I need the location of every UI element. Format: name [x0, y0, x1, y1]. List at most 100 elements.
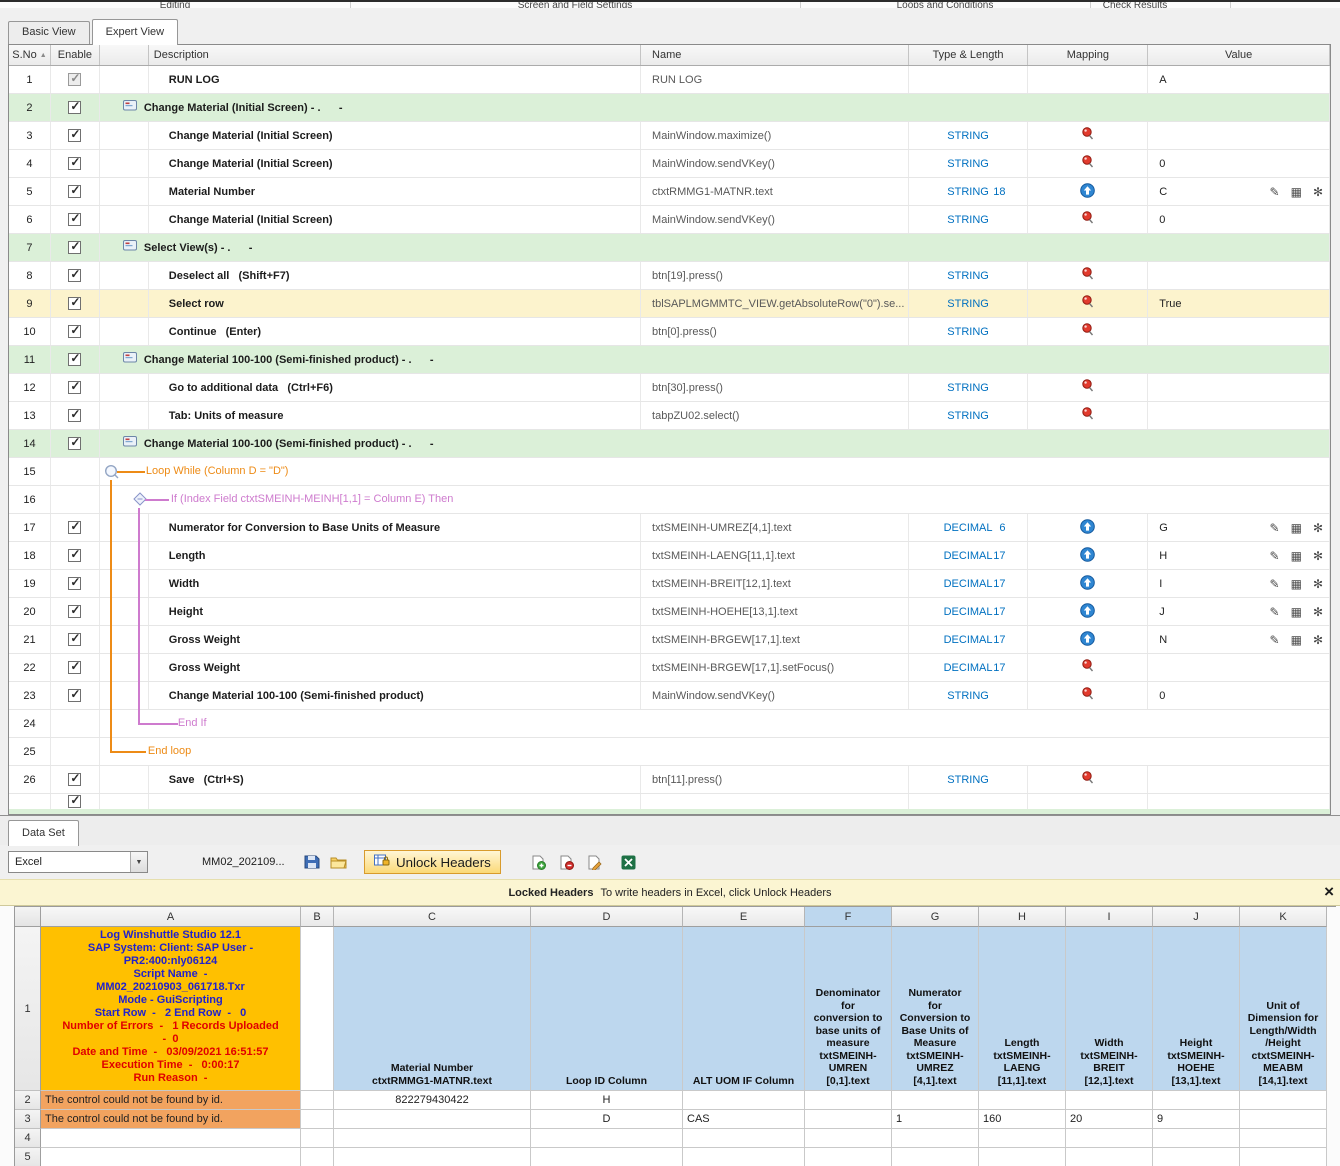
excel-rowheader[interactable]: 4	[15, 1129, 41, 1148]
excel-cell-A2[interactable]: The control could not be found by id.	[41, 1091, 301, 1110]
edit-mapping-icon[interactable]: ✎	[1270, 522, 1280, 534]
mapped-upload-icon[interactable]	[1080, 183, 1095, 201]
excel-cell-F2[interactable]	[805, 1091, 892, 1110]
excel-colheader-F[interactable]: F	[805, 907, 892, 927]
column-header-name[interactable]: Name	[641, 45, 909, 65]
excel-colheader-G[interactable]: G	[892, 907, 979, 927]
excel-colheader-D[interactable]: D	[531, 907, 683, 927]
excel-cell-D4[interactable]	[531, 1129, 683, 1148]
mapper-row-18[interactable]: 18LengthtxtSMEINH-LAENG[11,1].textDECIMA…	[9, 542, 1330, 570]
enable-checkbox[interactable]	[68, 297, 81, 310]
enable-checkbox[interactable]	[68, 633, 81, 646]
unlock-headers-button[interactable]: Unlock Headers	[364, 850, 501, 874]
close-icon[interactable]: ×	[1324, 882, 1334, 902]
excel-cell-H3[interactable]: 160	[979, 1110, 1066, 1129]
edit-mapping-icon[interactable]: ✎	[1270, 606, 1280, 618]
save-icon[interactable]	[300, 850, 324, 874]
mapper-row-19[interactable]: 19WidthtxtSMEINH-BREIT[12,1].textDECIMAL…	[9, 570, 1330, 598]
tab-data-set[interactable]: Data Set	[8, 820, 79, 846]
open-folder-icon[interactable]	[326, 850, 350, 874]
grid-properties-icon[interactable]: ▦	[1291, 186, 1302, 198]
add-record-icon[interactable]	[527, 850, 551, 874]
mapper-row-26[interactable]: 26Save (Ctrl+S)btn[11].press()STRING	[9, 766, 1330, 794]
settings-gears-icon[interactable]: ✻	[1313, 606, 1323, 618]
settings-gears-icon[interactable]: ✻	[1313, 186, 1323, 198]
mapper-row-8[interactable]: 8Deselect all (Shift+F7)btn[19].press()S…	[9, 262, 1330, 290]
enable-checkbox[interactable]	[68, 437, 81, 450]
excel-cell-J5[interactable]	[1153, 1148, 1240, 1166]
enable-checkbox[interactable]	[68, 773, 81, 786]
excel-cell-E5[interactable]	[683, 1148, 805, 1166]
tab-basic-view[interactable]: Basic View	[8, 21, 90, 44]
excel-cell-D5[interactable]	[531, 1148, 683, 1166]
excel-header-cell-G[interactable]: Numerator for Conversion to Base Units o…	[892, 927, 979, 1091]
excel-colheader-I[interactable]: I	[1066, 907, 1153, 927]
excel-header-cell-H[interactable]: Length txtSMEINH- LAENG [11,1].text	[979, 927, 1066, 1091]
excel-cell-K5[interactable]	[1240, 1148, 1327, 1166]
excel-cell-G5[interactable]	[892, 1148, 979, 1166]
mapper-row-13[interactable]: 13Tab: Units of measuretabpZU02.select()…	[9, 402, 1330, 430]
excel-rowheader[interactable]: 3	[15, 1110, 41, 1129]
not-mapped-pin-icon[interactable]	[1081, 155, 1094, 172]
column-header-value[interactable]: Value	[1148, 45, 1330, 65]
excel-cell-A5[interactable]	[41, 1148, 301, 1166]
excel-colheader-A[interactable]: A	[41, 907, 301, 927]
mapped-upload-icon[interactable]	[1080, 631, 1095, 649]
excel-rowheader[interactable]: 2	[15, 1091, 41, 1110]
excel-colheader-E[interactable]: E	[683, 907, 805, 927]
mapper-row-4[interactable]: 4Change Material (Initial Screen)MainWin…	[9, 150, 1330, 178]
mapper-row-6[interactable]: 6Change Material (Initial Screen)MainWin…	[9, 206, 1330, 234]
settings-gears-icon[interactable]: ✻	[1313, 578, 1323, 590]
excel-header-cell-J[interactable]: Height txtSMEINH- HOEHE [13,1].text	[1153, 927, 1240, 1091]
mapper-row[interactable]	[9, 794, 1330, 809]
excel-header-cell-I[interactable]: Width txtSMEINH- BREIT [12,1].text	[1066, 927, 1153, 1091]
mapper-row-14[interactable]: 14Change Material 100-100 (Semi-finished…	[9, 430, 1330, 458]
excel-cell-B4[interactable]	[301, 1129, 334, 1148]
excel-cell-A4[interactable]	[41, 1129, 301, 1148]
mapper-row-15[interactable]: 15Loop While (Column D = "D")	[9, 458, 1330, 486]
excel-header-cell-K[interactable]: Unit of Dimension for Length/Width /Heig…	[1240, 927, 1327, 1091]
excel-header-cell-F[interactable]: Denominator for conversion to base units…	[805, 927, 892, 1091]
mapper-row-7[interactable]: 7Select View(s) - . -	[9, 234, 1330, 262]
grid-properties-icon[interactable]: ▦	[1291, 550, 1302, 562]
enable-checkbox[interactable]	[68, 381, 81, 394]
not-mapped-pin-icon[interactable]	[1081, 323, 1094, 340]
excel-cell-C2[interactable]: 822279430422	[334, 1091, 531, 1110]
enable-checkbox[interactable]	[68, 213, 81, 226]
excel-cell-A3[interactable]: The control could not be found by id.	[41, 1110, 301, 1129]
grid-properties-icon[interactable]: ▦	[1291, 578, 1302, 590]
delete-record-icon[interactable]	[555, 850, 579, 874]
edit-mapping-icon[interactable]: ✎	[1270, 634, 1280, 646]
mapper-row-10[interactable]: 10Continue (Enter)btn[0].press()STRING	[9, 318, 1330, 346]
column-header-enable[interactable]: Enable	[51, 45, 100, 65]
excel-cell-H2[interactable]	[979, 1091, 1066, 1110]
excel-cell-F4[interactable]	[805, 1129, 892, 1148]
excel-cell-B1[interactable]	[301, 927, 334, 1091]
excel-cell-H4[interactable]	[979, 1129, 1066, 1148]
excel-cell-G2[interactable]	[892, 1091, 979, 1110]
mapper-row-16[interactable]: 16If (Index Field ctxtSMEINH-MEINH[1,1] …	[9, 486, 1330, 514]
settings-gears-icon[interactable]: ✻	[1313, 522, 1323, 534]
enable-checkbox[interactable]	[68, 353, 81, 366]
enable-checkbox[interactable]	[68, 521, 81, 534]
excel-cell-F3[interactable]	[805, 1110, 892, 1129]
enable-checkbox[interactable]	[68, 325, 81, 338]
not-mapped-pin-icon[interactable]	[1081, 659, 1094, 676]
source-type-select[interactable]: Excel ▼	[8, 851, 148, 873]
column-header-blank[interactable]	[100, 45, 149, 65]
enable-checkbox[interactable]	[68, 661, 81, 674]
mapper-row-20[interactable]: 20HeighttxtSMEINH-HOEHE[13,1].textDECIMA…	[9, 598, 1330, 626]
excel-cell-K3[interactable]	[1240, 1110, 1327, 1129]
not-mapped-pin-icon[interactable]	[1081, 771, 1094, 788]
excel-cell-C5[interactable]	[334, 1148, 531, 1166]
excel-colheader-K[interactable]: K	[1240, 907, 1327, 927]
column-header-sno[interactable]: S.No ▲	[9, 45, 51, 65]
mapped-upload-icon[interactable]	[1080, 603, 1095, 621]
excel-cell-E3[interactable]: CAS	[683, 1110, 805, 1129]
excel-colheader-H[interactable]: H	[979, 907, 1066, 927]
grid-properties-icon[interactable]: ▦	[1291, 522, 1302, 534]
mapped-upload-icon[interactable]	[1080, 519, 1095, 537]
excel-cell-C4[interactable]	[334, 1129, 531, 1148]
edit-mapping-icon[interactable]: ✎	[1270, 186, 1280, 198]
enable-checkbox[interactable]	[68, 577, 81, 590]
